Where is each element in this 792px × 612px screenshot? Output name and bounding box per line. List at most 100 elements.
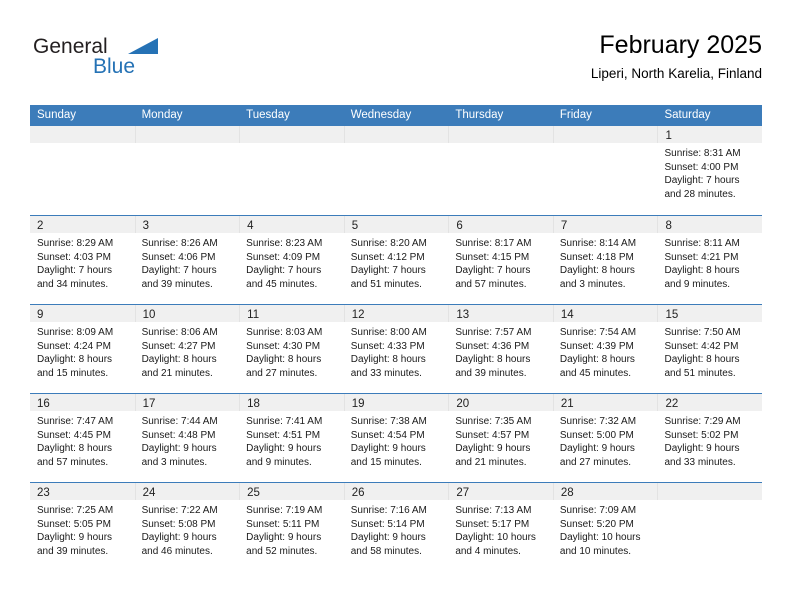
day-cell[interactable]: 15 Sunrise: 7:50 AM Sunset: 4:42 PM Dayligh… xyxy=(657,305,763,393)
day-number-band xyxy=(657,483,763,500)
sunrise-text: Sunrise: 8:06 AM xyxy=(141,327,218,338)
sunrise-text: Sunrise: 8:29 AM xyxy=(37,238,114,249)
day-cell[interactable]: 12 Sunrise: 8:00 AM Sunset: 4:33 PM Dayligh… xyxy=(343,305,449,393)
daylight-text-line2: and 57 minutes. xyxy=(455,278,527,290)
day-cell[interactable]: 7 Sunrise: 8:14 AM Sunset: 4:18 PM Daylight… xyxy=(552,216,658,304)
sunset-text: Sunset: 4:18 PM xyxy=(559,251,634,263)
general-blue-logo[interactable]: General Blue xyxy=(33,35,183,87)
sunset-text: Sunset: 4:39 PM xyxy=(559,340,634,352)
daylight-text-line1: Daylight: 8 hours xyxy=(664,265,740,277)
day-number: 25 xyxy=(247,487,260,499)
day-number: 12 xyxy=(351,309,365,321)
day-cell[interactable] xyxy=(552,126,658,215)
day-cell[interactable]: 22 Sunrise: 7:29 AM Sunset: 5:02 PM Dayligh… xyxy=(657,394,763,482)
day-number-band xyxy=(30,126,135,143)
sunset-text: Sunset: 5:05 PM xyxy=(37,518,111,530)
daylight-text-line1: Daylight: 7 hours xyxy=(350,265,426,277)
day-number: 3 xyxy=(142,220,149,232)
day-number: 13 xyxy=(456,309,470,321)
day-cell[interactable]: 19 Sunrise: 7:38 AM Sunset: 4:54 PM Dayligh… xyxy=(343,394,449,482)
day-cell[interactable]: 8 Sunrise: 8:11 AM Sunset: 4:21 PM Daylight… xyxy=(657,216,763,304)
daylight-text-line1: Daylight: 9 hours xyxy=(350,443,426,455)
sunrise-text: Sunrise: 8:03 AM xyxy=(246,327,323,338)
day-cell[interactable]: 16 Sunrise: 7:47 AM Sunset: 4:45 PM Dayligh… xyxy=(30,394,135,482)
sunset-text: Sunset: 4:45 PM xyxy=(37,429,111,441)
day-number-band: 14 xyxy=(552,305,658,322)
sunrise-text: Sunrise: 7:25 AM xyxy=(37,505,114,516)
day-info: Sunrise: 8:03 AM Sunset: 4:30 PM Daylight:… xyxy=(239,322,344,380)
day-cell[interactable]: 14 Sunrise: 7:54 AM Sunset: 4:39 PM Dayligh… xyxy=(552,305,658,393)
sunrise-text: Sunrise: 7:22 AM xyxy=(141,505,218,516)
day-cell[interactable]: 24 Sunrise: 7:22 AM Sunset: 5:08 PM Dayligh… xyxy=(134,483,240,571)
day-info: Sunrise: 7:29 AM Sunset: 5:02 PM Daylight:… xyxy=(657,411,762,469)
daylight-text-line1: Daylight: 8 hours xyxy=(37,354,113,366)
day-cell[interactable]: 25 Sunrise: 7:19 AM Sunset: 5:11 PM Dayligh… xyxy=(239,483,344,571)
day-number-band: 8 xyxy=(657,216,763,233)
day-cell[interactable] xyxy=(657,483,763,571)
sunset-text: Sunset: 4:57 PM xyxy=(455,429,530,441)
day-cell[interactable]: 18 Sunrise: 7:41 AM Sunset: 4:51 PM Dayligh… xyxy=(239,394,344,482)
daylight-text-line2: and 15 minutes. xyxy=(350,456,422,468)
day-cell[interactable] xyxy=(343,126,449,215)
day-cell[interactable] xyxy=(30,126,135,215)
sunset-text: Sunset: 4:12 PM xyxy=(350,251,425,263)
day-cell[interactable]: 28 Sunrise: 7:09 AM Sunset: 5:20 PM Dayligh… xyxy=(552,483,658,571)
sunset-text: Sunset: 4:33 PM xyxy=(350,340,425,352)
daylight-text-line1: Daylight: 8 hours xyxy=(246,354,322,366)
daylight-text-line1: Daylight: 7 hours xyxy=(664,175,740,187)
day-cell[interactable]: 1 Sunrise: 8:31 AM Sunset: 4:00 PM Daylight… xyxy=(657,126,763,215)
day-cell[interactable]: 11 Sunrise: 8:03 AM Sunset: 4:30 PM Dayligh… xyxy=(239,305,344,393)
sunrise-text: Sunrise: 7:44 AM xyxy=(141,416,218,427)
daylight-text-line1: Daylight: 9 hours xyxy=(37,532,113,544)
day-cell[interactable]: 6 Sunrise: 8:17 AM Sunset: 4:15 PM Daylight… xyxy=(448,216,553,304)
day-cell[interactable]: 10 Sunrise: 8:06 AM Sunset: 4:27 PM Dayligh… xyxy=(134,305,240,393)
week-row: 9 Sunrise: 8:09 AM Sunset: 4:24 PM Daylight… xyxy=(30,304,763,393)
day-cell[interactable]: 5 Sunrise: 8:20 AM Sunset: 4:12 PM Daylight… xyxy=(343,216,449,304)
day-cell[interactable]: 17 Sunrise: 7:44 AM Sunset: 4:48 PM Dayligh… xyxy=(134,394,240,482)
day-info: Sunrise: 7:09 AM Sunset: 5:20 PM Daylight:… xyxy=(553,500,658,558)
day-info: Sunrise: 7:38 AM Sunset: 4:54 PM Daylight:… xyxy=(344,411,449,469)
day-cell[interactable]: 21 Sunrise: 7:32 AM Sunset: 5:00 PM Dayligh… xyxy=(552,394,658,482)
daylight-text-line2: and 15 minutes. xyxy=(37,367,109,379)
daylight-text-line2: and 10 minutes. xyxy=(559,545,632,557)
day-cell[interactable] xyxy=(134,126,240,215)
daylight-text-line2: and 27 minutes. xyxy=(246,367,318,379)
day-number: 6 xyxy=(456,220,463,232)
daylight-text-line2: and 51 minutes. xyxy=(350,278,422,290)
day-number-band: 10 xyxy=(134,305,240,322)
sunrise-text: Sunrise: 8:17 AM xyxy=(455,238,532,249)
day-info: Sunrise: 7:35 AM Sunset: 4:57 PM Daylight:… xyxy=(448,411,553,469)
day-cell[interactable]: 27 Sunrise: 7:13 AM Sunset: 5:17 PM Dayligh… xyxy=(448,483,553,571)
day-cell[interactable]: 2 Sunrise: 8:29 AM Sunset: 4:03 PM Daylight… xyxy=(30,216,135,304)
sunrise-text: Sunrise: 7:16 AM xyxy=(350,505,427,516)
day-number-band: 11 xyxy=(239,305,344,322)
day-cell[interactable] xyxy=(239,126,344,215)
day-cell[interactable]: 4 Sunrise: 8:23 AM Sunset: 4:09 PM Daylight… xyxy=(239,216,344,304)
daylight-text-line1: Daylight: 8 hours xyxy=(455,354,531,366)
day-cell[interactable]: 3 Sunrise: 8:26 AM Sunset: 4:06 PM Daylight… xyxy=(134,216,240,304)
day-info: Sunrise: 8:11 AM Sunset: 4:21 PM Daylight:… xyxy=(657,233,762,291)
day-number-band: 18 xyxy=(239,394,344,411)
day-cell[interactable] xyxy=(448,126,553,215)
sunrise-text: Sunrise: 7:50 AM xyxy=(664,327,741,338)
daylight-text-line1: Daylight: 7 hours xyxy=(141,265,217,277)
day-cell[interactable]: 13 Sunrise: 7:57 AM Sunset: 4:36 PM Dayligh… xyxy=(448,305,553,393)
sunrise-text: Sunrise: 8:14 AM xyxy=(559,238,637,249)
daylight-text-line2: and 46 minutes. xyxy=(141,545,213,557)
day-cell[interactable]: 9 Sunrise: 8:09 AM Sunset: 4:24 PM Daylight… xyxy=(30,305,135,393)
day-cell[interactable]: 20 Sunrise: 7:35 AM Sunset: 4:57 PM Dayligh… xyxy=(448,394,553,482)
day-number: 19 xyxy=(351,398,365,410)
sunset-text: Sunset: 5:02 PM xyxy=(664,429,739,441)
day-cell[interactable]: 26 Sunrise: 7:16 AM Sunset: 5:14 PM Dayligh… xyxy=(343,483,449,571)
day-number-band: 3 xyxy=(134,216,240,233)
day-cell[interactable]: 23 Sunrise: 7:25 AM Sunset: 5:05 PM Dayligh… xyxy=(30,483,135,571)
sunrise-text: Sunrise: 7:54 AM xyxy=(559,327,637,338)
day-number-band xyxy=(343,126,449,143)
daylight-text-line2: and 58 minutes. xyxy=(350,545,422,557)
day-number-band: 20 xyxy=(448,394,553,411)
weekday-friday: Friday xyxy=(559,109,592,121)
day-info: Sunrise: 7:44 AM Sunset: 4:48 PM Daylight:… xyxy=(135,411,240,469)
daylight-text-line2: and 21 minutes. xyxy=(141,367,213,379)
sunrise-text: Sunrise: 7:41 AM xyxy=(246,416,323,427)
sunrise-text: Sunrise: 7:19 AM xyxy=(246,505,323,516)
